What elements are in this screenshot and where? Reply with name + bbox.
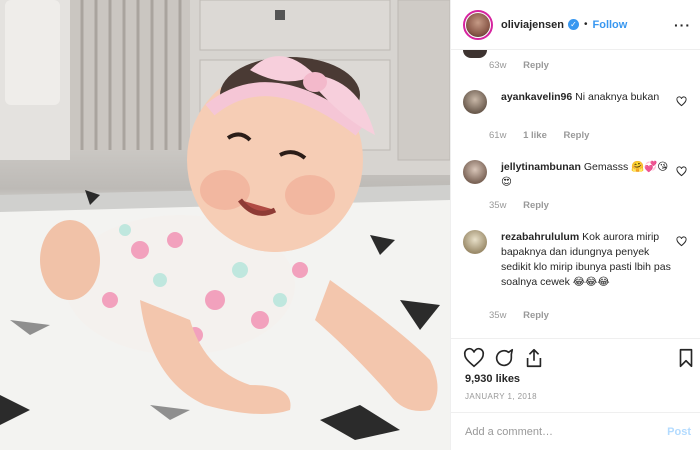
comment-time: 61w (489, 130, 507, 141)
comment-body: jellytinambunan Gemasss 🤗💞😘😍 (501, 160, 671, 190)
verified-badge-icon: ✓ (567, 19, 579, 30)
comment-meta: 35w Reply (489, 310, 563, 321)
post-date[interactable]: JANUARY 1, 2018 (465, 392, 537, 401)
profile-avatar[interactable] (463, 9, 493, 40)
post-comment-button[interactable]: Post (667, 426, 691, 438)
comment-meta: 35w Reply (489, 200, 563, 211)
comment-time: 63w (489, 60, 507, 71)
reply-button[interactable]: Reply (523, 60, 549, 71)
baby-photo-illustration (0, 0, 450, 450)
add-comment-bar: Post (451, 412, 700, 450)
comment-meta: 63w Reply (489, 60, 563, 71)
comment-body: rezabahrululum Kok aurora mirip bapaknya… (501, 230, 671, 290)
heart-icon[interactable] (463, 347, 485, 369)
post-sidebar: oliviajensen ✓ • Follow ··· 63w Reply ay… (450, 0, 700, 450)
comment-body: ayankavelin96 Ni anaknya bukan (501, 90, 671, 105)
more-options-icon[interactable]: ··· (674, 17, 691, 33)
comment-avatar[interactable] (463, 160, 487, 184)
like-comment-heart-icon[interactable] (676, 166, 687, 177)
likes-count[interactable]: 9,930 likes (465, 373, 520, 385)
comment-avatar[interactable] (463, 230, 487, 254)
header-username[interactable]: oliviajensen (501, 19, 564, 31)
comment-likes[interactable]: 1 like (523, 130, 547, 141)
comment-text: Ni anaknya bukan (575, 91, 660, 103)
avatar-image (466, 12, 490, 37)
comment-username[interactable]: ayankavelin96 (501, 91, 572, 103)
comment-meta: 61w 1 like Reply (489, 130, 603, 141)
post-header: oliviajensen ✓ • Follow ··· (451, 0, 700, 50)
reply-button[interactable]: Reply (523, 200, 549, 211)
share-icon[interactable] (523, 347, 545, 369)
follow-button[interactable]: Follow (593, 19, 628, 31)
like-comment-heart-icon[interactable] (676, 96, 687, 107)
header-separator: • (583, 19, 588, 30)
comment-avatar[interactable] (463, 50, 487, 58)
comment-avatar[interactable] (463, 90, 487, 114)
comments-list[interactable]: 63w Reply ayankavelin96 Ni anaknya bukan… (451, 50, 700, 338)
comment-icon[interactable] (493, 347, 515, 369)
comment-username[interactable]: jellytinambunan (501, 161, 581, 173)
reply-button[interactable]: Reply (523, 310, 549, 321)
post-actions (451, 338, 700, 374)
like-comment-heart-icon[interactable] (676, 236, 687, 247)
comment-time: 35w (489, 200, 507, 211)
reply-button[interactable]: Reply (564, 130, 590, 141)
comment-input[interactable] (465, 425, 668, 438)
bookmark-icon[interactable] (675, 347, 697, 369)
post-photo[interactable] (0, 0, 450, 450)
comment-time: 35w (489, 310, 507, 321)
comment-username[interactable]: rezabahrululum (501, 231, 579, 243)
